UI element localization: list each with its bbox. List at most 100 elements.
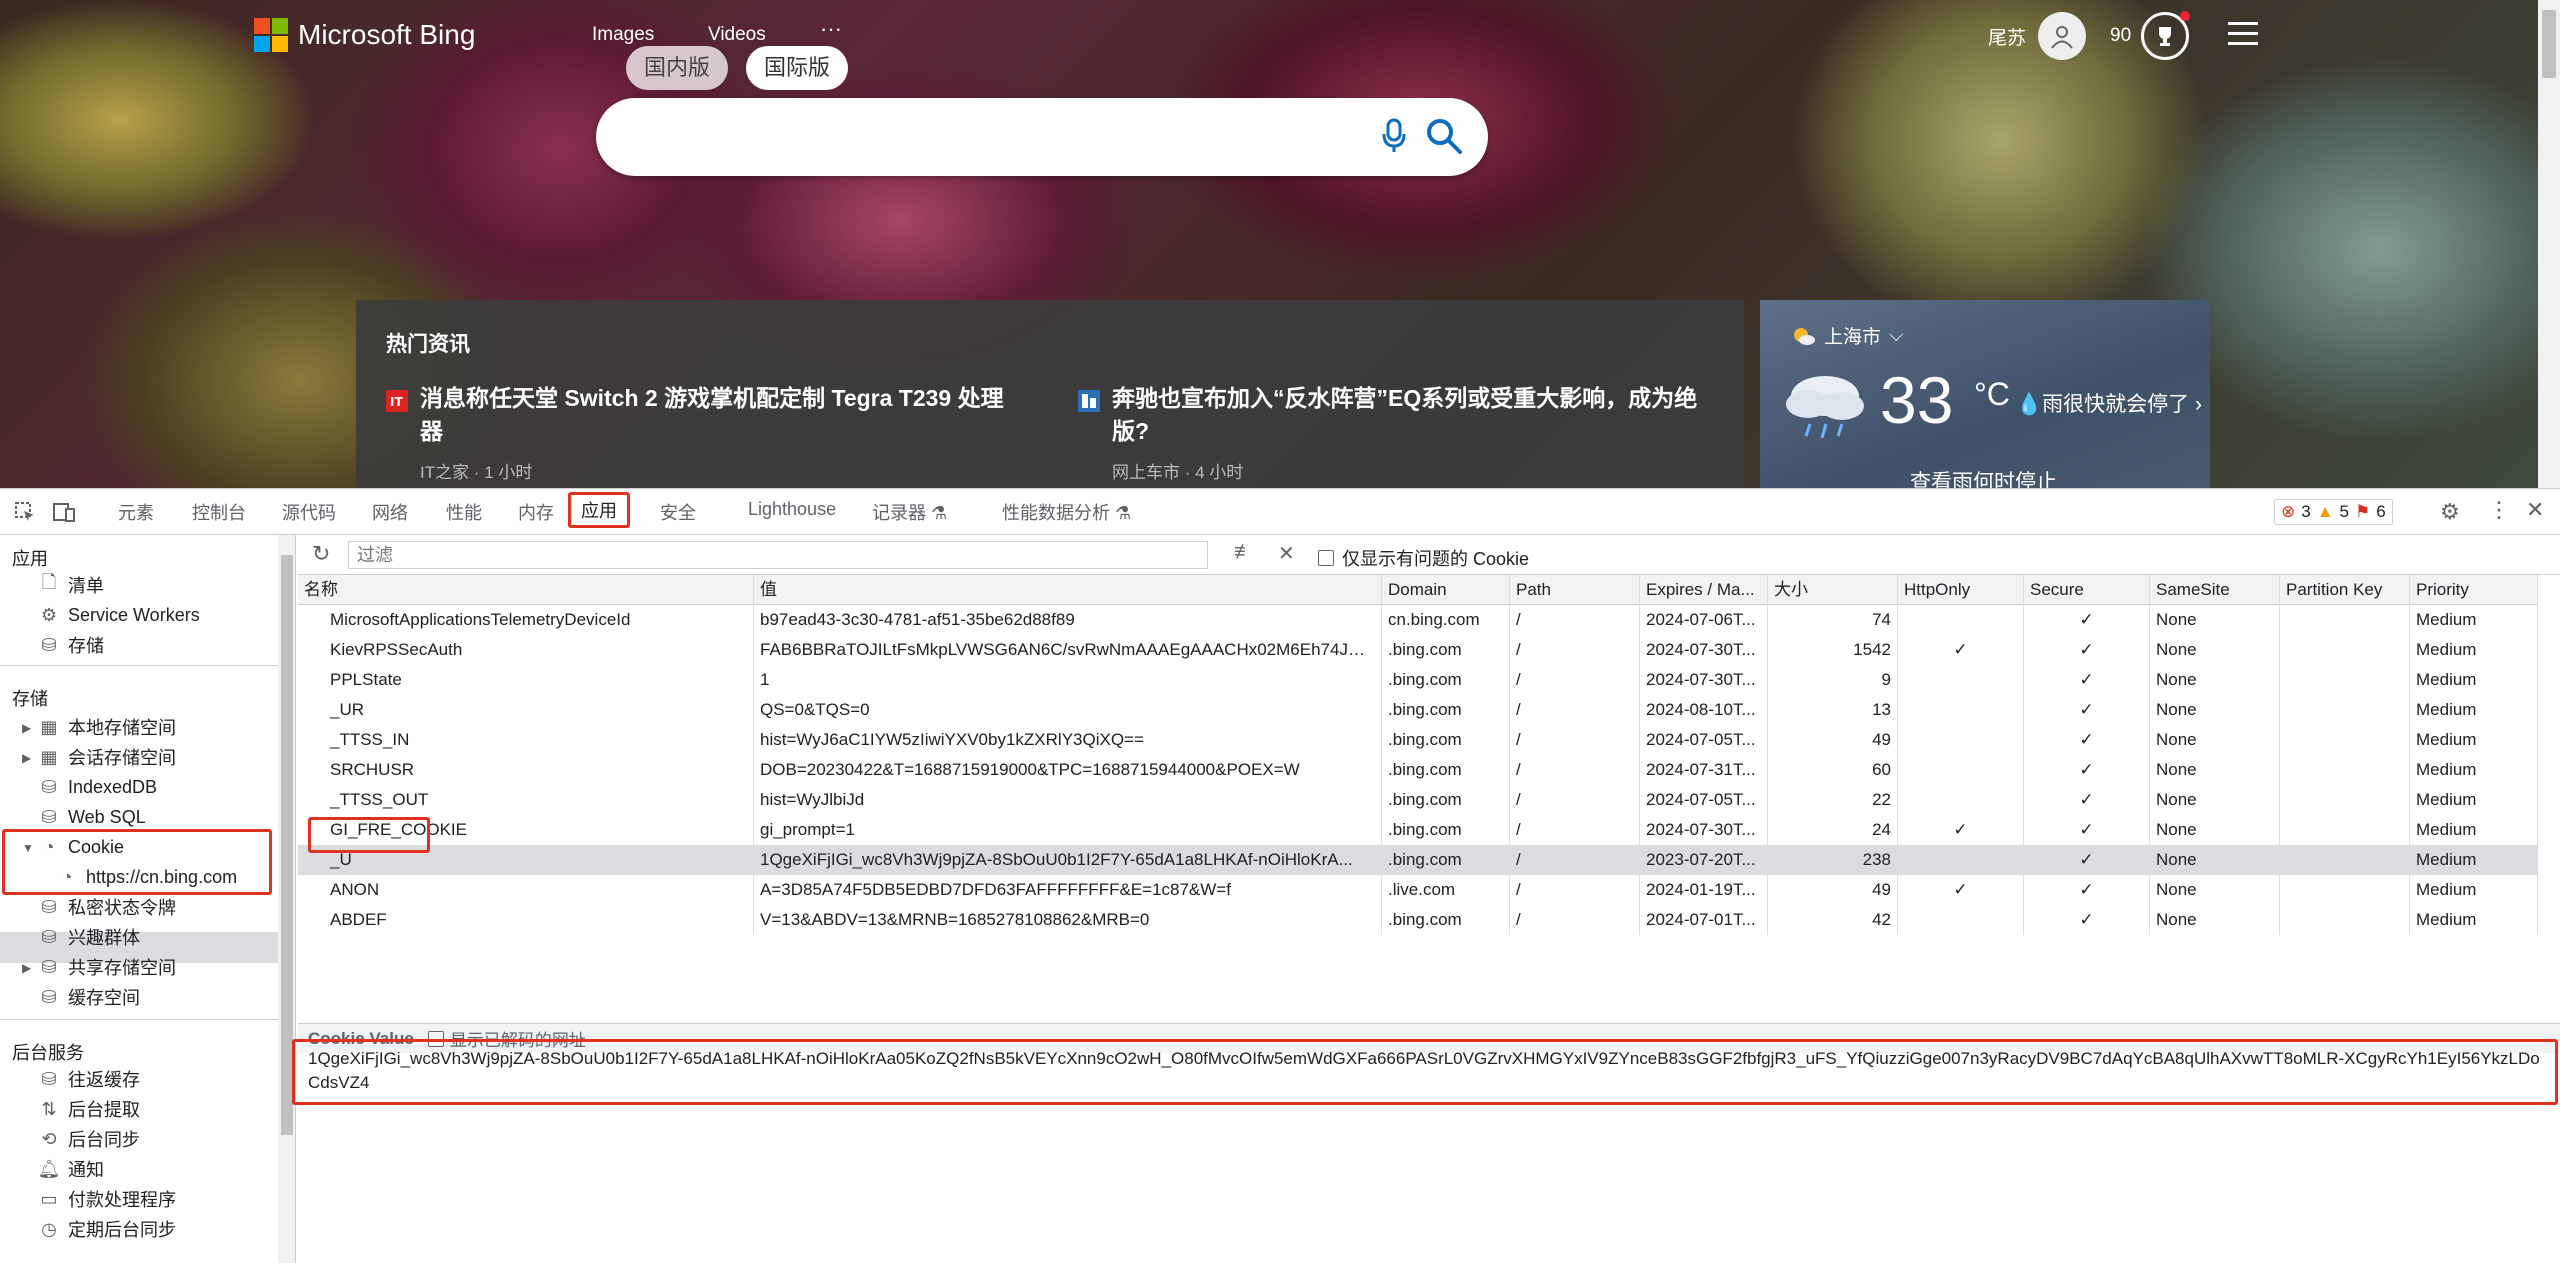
table-row[interactable]: ABDEF V=13&ABDV=13&MRNB=1685278108862&MRB…	[298, 905, 2538, 935]
issues-counter[interactable]: ⊗ 3 ▲ 5 ⚑ 6	[2274, 499, 2393, 525]
table-row[interactable]: SRCHUSR DOB=20230422&T=1688715919000&TPC=…	[298, 755, 2538, 785]
cell-partition	[2280, 755, 2410, 785]
sidebar-item-bfcache[interactable]: ⛁ 往返缓存	[40, 1065, 140, 1093]
sidebar-item-periodic-sync[interactable]: ◷ 定期后台同步	[40, 1215, 176, 1243]
search-input[interactable]	[596, 98, 1488, 176]
table-row[interactable]: _U 1QgeXiFjIGi_wc8Vh3Wj9pjZA-8SbOuU0b1I2F…	[298, 845, 2538, 875]
tab-console[interactable]: 控制台	[192, 499, 246, 525]
cell-priority: Medium	[2410, 665, 2538, 695]
card-icon: ▭	[40, 1188, 58, 1209]
cell-domain: .bing.com	[1382, 905, 1510, 935]
bing-logo[interactable]: Microsoft Bing	[254, 18, 475, 52]
tab-recorder[interactable]: 记录器 ⚗	[872, 499, 947, 525]
table-row[interactable]: GI_FRE_COOKIE gi_prompt=1 .bing.com/2024-0…	[298, 815, 2538, 845]
column-header[interactable]: SameSite	[2150, 575, 2280, 605]
cookie-value-text[interactable]: 1QgeXiFjIGi_wc8Vh3Wj9pjZA-8SbOuU0b1I2F7Y…	[308, 1047, 2552, 1095]
cell-httponly	[1898, 605, 2024, 635]
menu-icon[interactable]	[2228, 22, 2258, 52]
refresh-icon[interactable]: ↻	[312, 541, 330, 567]
column-header[interactable]: Partition Key	[2280, 575, 2410, 605]
more-options-icon[interactable]: ⋮	[2488, 497, 2510, 523]
rewards[interactable]: 90	[2110, 11, 2191, 60]
expand-arrow-icon[interactable]: ▶	[22, 961, 31, 975]
region-tab-international[interactable]: 国际版	[746, 46, 849, 90]
column-header[interactable]: 名称	[298, 575, 754, 605]
sidebar-item-manifest[interactable]: 🗋 清单	[40, 571, 104, 599]
column-header[interactable]: HttpOnly	[1898, 575, 2024, 605]
column-header[interactable]: Path	[1510, 575, 1640, 605]
user-account[interactable]: 尾苏	[1988, 12, 2087, 60]
weather-more-link[interactable]: 查看雨何时停止	[1910, 466, 2057, 488]
clear-all-icon[interactable]: ≢	[1234, 541, 1254, 564]
tab-security[interactable]: 安全	[660, 499, 696, 525]
cell-value: A=3D85A74F5DB5EDBD7DFD63FAFFFFFFFF&E=1c8…	[754, 875, 1382, 905]
table-row[interactable]: ANON A=3D85A74F5DB5EDBD7DFD63FAFFFFFFFF&E…	[298, 875, 2538, 905]
search-icon[interactable]	[1424, 116, 1464, 161]
table-row[interactable]: _TTSS_OUT hist=WyJlbiJd .bing.com/2024-07-…	[298, 785, 2538, 815]
sidebar-item-shared-storage[interactable]: ⛁ 共享存储空间	[40, 953, 176, 981]
weather-card[interactable]: 上海市 ⌵ 33 °C 💧雨很快就会停了 › 查看雨何时停止	[1760, 300, 2210, 488]
column-header[interactable]: 大小	[1768, 575, 1898, 605]
tab-application[interactable]: 应用	[568, 492, 630, 528]
only-issues-checkbox[interactable]: 仅显示有问题的 Cookie	[1318, 545, 1529, 571]
column-header[interactable]: Expires / Ma...	[1640, 575, 1768, 605]
table-header: 名称 值 Domain Path Expires / Ma... 大小 Http…	[298, 575, 2538, 605]
tab-sources[interactable]: 源代码	[282, 499, 336, 525]
rain-cloud-icon	[1786, 376, 1864, 439]
clock-icon: ◷	[41, 1218, 57, 1239]
section-application: 应用	[12, 549, 48, 569]
inspect-element-icon[interactable]	[14, 501, 36, 528]
filter-input[interactable]	[348, 541, 1208, 569]
microphone-icon[interactable]	[1382, 118, 1406, 159]
table-row[interactable]: _TTSS_IN hist=WyJ6aC1IYW5zIiwiYXV0by1kZXR…	[298, 725, 2538, 755]
tab-performance-insights[interactable]: 性能数据分析 ⚗	[1002, 499, 1131, 525]
table-row[interactable]: MicrosoftApplicationsTelemetryDeviceId b9…	[298, 605, 2538, 635]
nav-videos[interactable]: Videos	[708, 24, 766, 46]
sidebar-scrollbar[interactable]	[278, 535, 295, 1263]
sidebar-item-indexeddb[interactable]: ⛁ IndexedDB	[40, 773, 157, 801]
table-row[interactable]: KievRPSSecAuth FAB6BBRaTOJILtFsMkpLVWSG6A…	[298, 635, 2538, 665]
sidebar-item-session-storage[interactable]: ▦ 会话存储空间	[40, 743, 176, 771]
sidebar-item-cache-storage[interactable]: ⛁ 缓存空间	[40, 983, 140, 1011]
news-item[interactable]: IT 消息称任天堂 Switch 2 游戏掌机配定制 Tegra T239 处理…	[386, 382, 1016, 483]
column-header[interactable]: Secure	[2024, 575, 2150, 605]
warning-count: 5	[2339, 502, 2350, 521]
column-header[interactable]: 值	[754, 575, 1382, 605]
sidebar-item-web-sql[interactable]: ⛁ Web SQL	[40, 803, 145, 831]
delete-selected-icon[interactable]: ✕	[1278, 541, 1295, 566]
tab-memory[interactable]: 内存	[518, 499, 554, 525]
device-toolbar-icon[interactable]	[52, 501, 76, 528]
sidebar-item-local-storage[interactable]: ▦ 本地存储空间	[40, 713, 176, 741]
sidebar-item-background-fetch[interactable]: ⇅ 后台提取	[40, 1095, 140, 1123]
sidebar-item-notifications[interactable]: 🔔︎ 通知	[38, 1155, 104, 1183]
expand-arrow-icon[interactable]: ▶	[22, 721, 31, 735]
region-tab-domestic[interactable]: 国内版	[626, 46, 729, 90]
weather-city[interactable]: 上海市 ⌵	[1792, 322, 1903, 349]
cell-size: 42	[1768, 905, 1898, 935]
info-count: 6	[2376, 502, 2386, 521]
weather-desc[interactable]: 💧雨很快就会停了 ›	[2016, 388, 2202, 418]
nav-more[interactable]: ···	[820, 16, 842, 42]
sidebar-item-interest-groups[interactable]: ⛁ 兴趣群体	[40, 923, 140, 951]
sidebar-item-background-sync[interactable]: ⟲ 后台同步	[40, 1125, 140, 1153]
expand-arrow-icon[interactable]: ▶	[22, 751, 31, 765]
close-icon[interactable]: ✕	[2526, 497, 2544, 523]
tab-lighthouse[interactable]: Lighthouse	[748, 499, 836, 520]
page-scrollbar[interactable]	[2538, 0, 2560, 488]
nav-images[interactable]: Images	[592, 24, 654, 46]
table-row[interactable]: PPLState 1 .bing.com/2024-07-30T... 9 ✓ None M…	[298, 665, 2538, 695]
news-item[interactable]: 奔驰也宣布加入“反水阵营”EQ系列或受重大影响，成为绝版? 网上车市 · 4 小…	[1078, 382, 1708, 483]
tab-elements[interactable]: 元素	[118, 499, 154, 525]
news-title: 消息称任天堂 Switch 2 游戏掌机配定制 Tegra T239 处理器	[420, 385, 1004, 444]
column-header[interactable]: Priority	[2410, 575, 2538, 605]
sidebar-item-storage[interactable]: ⛁ 存储	[40, 631, 104, 659]
tab-performance[interactable]: 性能	[446, 499, 482, 525]
sidebar-item-service-workers[interactable]: ⚙ Service Workers	[40, 601, 200, 629]
column-header[interactable]: Domain	[1382, 575, 1510, 605]
tab-network[interactable]: 网络	[372, 499, 408, 525]
cell-samesite: None	[2150, 695, 2280, 725]
sidebar-item-payment-handler[interactable]: ▭ 付款处理程序	[40, 1185, 176, 1213]
table-row[interactable]: _UR QS=0&TQS=0 .bing.com/2024-08-10T... 13 ✓…	[298, 695, 2538, 725]
sidebar-item-private-state-tokens[interactable]: ⛁ 私密状态令牌	[40, 893, 176, 921]
settings-icon[interactable]: ⚙	[2440, 499, 2460, 525]
